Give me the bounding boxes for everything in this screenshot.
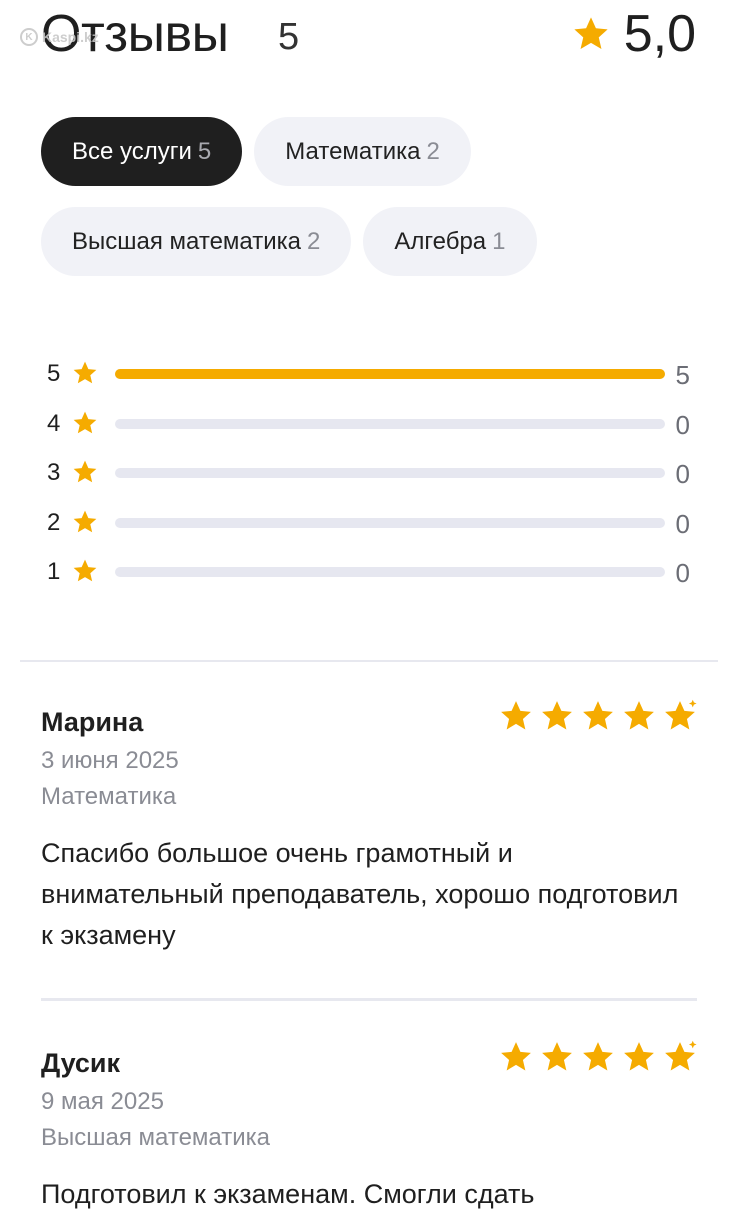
section-divider [20, 660, 718, 662]
star-icon [574, 17, 608, 50]
kaspi-logo-icon: K [20, 28, 38, 46]
review-date: 9 мая 2025 [41, 1088, 164, 1115]
review-text: Спасибо большое очень грамотный и внимат… [41, 838, 679, 950]
review-stars [499, 1040, 697, 1074]
distribution-bar-fill [115, 369, 665, 379]
star-icon [73, 559, 97, 582]
distribution-row: 1 0 [47, 548, 693, 598]
distribution-row: 2 0 [47, 499, 693, 549]
chip-label: Алгебра [394, 227, 487, 255]
chip-count: 2 [426, 137, 440, 165]
review-card: Марина 3 июня 2025 Математика Спасибо бо… [41, 699, 697, 956]
star-level: 3 [47, 459, 61, 486]
star-icon [501, 1042, 531, 1071]
chip-count: 2 [307, 227, 321, 255]
star-icon [73, 510, 97, 532]
chip-count: 5 [197, 137, 212, 165]
review-stars [499, 699, 697, 733]
filter-chip-algebra[interactable]: Алгебра 1 [363, 207, 537, 276]
distribution-row: 4 0 [47, 400, 693, 450]
star-level-count: 0 [675, 409, 690, 440]
distribution-bar [115, 517, 665, 528]
star-level-count: 0 [675, 558, 690, 588]
distribution-bar [115, 468, 665, 478]
star-icon [624, 701, 654, 730]
review-text: Подготовил к экзаменам. Смогли сдать [41, 1179, 535, 1209]
watermark-text: Kaspi.kz [42, 29, 99, 45]
distribution-row: 5 5 [47, 350, 693, 400]
chip-label: Высшая математика [72, 227, 302, 255]
distribution-bar [115, 369, 665, 379]
star-icon [665, 699, 697, 730]
distribution-bar [115, 567, 665, 577]
review-service: Высшая математика [41, 1124, 271, 1151]
review-service: Математика [41, 783, 177, 810]
review-divider [41, 998, 697, 1001]
star-icon [665, 1040, 697, 1071]
star-level: 5 [47, 360, 61, 387]
filter-chip-all-services[interactable]: Все услуги 5 [41, 117, 243, 186]
chip-label: Все услуги [72, 137, 192, 165]
service-filters: Все услуги 5 Математика 2 Высшая математ… [41, 117, 701, 297]
star-icon [624, 1042, 654, 1071]
distribution-row: 3 0 [47, 449, 693, 499]
star-icon [501, 701, 531, 730]
review-date: 3 июня 2025 [41, 747, 179, 774]
reviews-header: Отзывы 5 5,0 [41, 0, 696, 76]
star-level: 2 [47, 508, 61, 536]
kaspi-watermark: K Kaspi.kz [20, 28, 99, 46]
star-level: 4 [47, 409, 61, 437]
star-icon [583, 701, 613, 730]
rating-value: 5,0 [623, 5, 696, 63]
star-icon [73, 361, 97, 384]
overall-rating: 5,0 [572, 4, 696, 64]
star-level-count: 0 [675, 459, 690, 489]
star-icon [542, 1042, 572, 1071]
rating-distribution: 5 5 4 0 3 0 2 0 1 0 [47, 350, 693, 598]
star-level-count: 0 [675, 508, 690, 539]
star-icon [583, 1042, 613, 1071]
filter-chip-higher-mathematics[interactable]: Высшая математика 2 [41, 207, 352, 276]
filter-chip-mathematics[interactable]: Математика 2 [254, 117, 471, 186]
star-level-count: 5 [675, 360, 690, 390]
star-icon [73, 460, 97, 483]
reviews-count: 5 [278, 16, 300, 58]
star-icon [73, 411, 97, 433]
chip-label: Математика [285, 137, 421, 165]
distribution-bar [115, 418, 665, 429]
chip-count: 1 [492, 227, 506, 255]
review-card: Дусик 9 мая 2025 Высшая математика Подго… [41, 1040, 697, 1215]
star-icon [542, 701, 572, 730]
star-level: 1 [47, 558, 61, 585]
